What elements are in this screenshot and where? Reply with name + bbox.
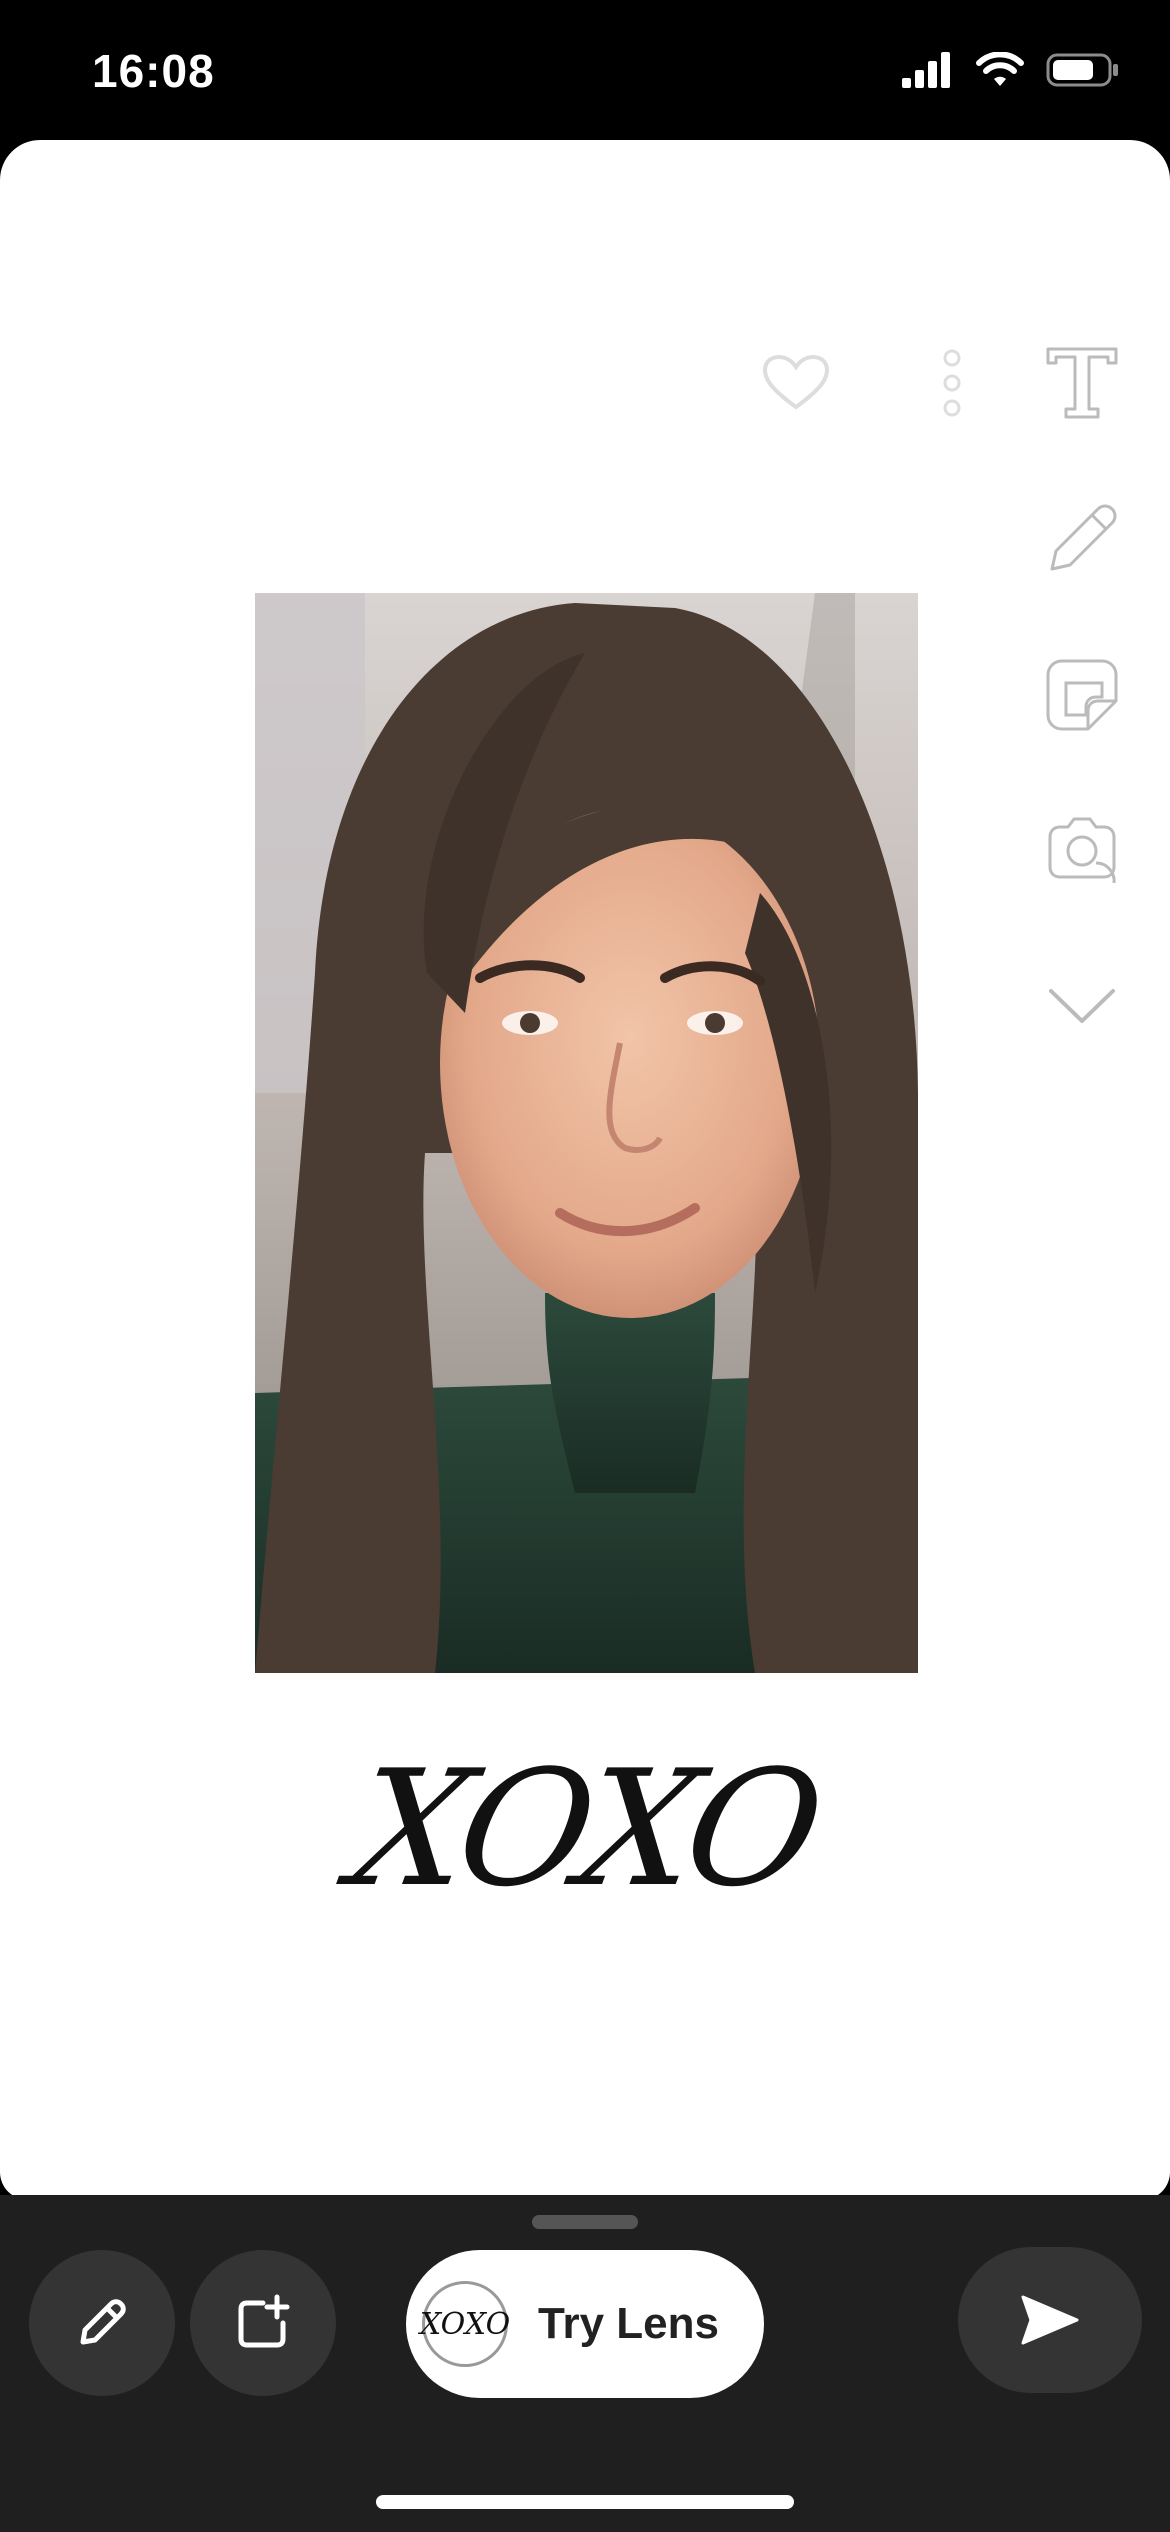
snap-preview-card: XOXO bbox=[0, 140, 1170, 2200]
more-options-button[interactable] bbox=[904, 335, 1000, 431]
battery-icon bbox=[1046, 53, 1118, 87]
camera-lens-icon bbox=[1048, 817, 1116, 884]
more-tools-button[interactable] bbox=[1034, 959, 1130, 1055]
sticker-icon bbox=[1046, 659, 1118, 731]
text-icon bbox=[1046, 347, 1118, 419]
snap-caption: XOXO bbox=[339, 1735, 831, 1922]
top-actions bbox=[748, 335, 1000, 431]
text-tool-button[interactable] bbox=[1034, 335, 1130, 431]
add-story-icon bbox=[238, 2294, 290, 2348]
send-button[interactable] bbox=[958, 2247, 1142, 2393]
side-tools bbox=[1034, 335, 1130, 1055]
status-time: 16:08 bbox=[92, 45, 215, 97]
lens-tool-button[interactable] bbox=[1034, 803, 1130, 899]
signal-icon bbox=[902, 52, 950, 88]
heart-icon bbox=[762, 354, 830, 410]
snap-photo bbox=[255, 593, 918, 1673]
wifi-icon bbox=[976, 52, 1024, 86]
more-dots-icon bbox=[943, 349, 961, 417]
status-bar: 16:08 bbox=[0, 0, 1170, 140]
sheet-grabber[interactable] bbox=[532, 2215, 638, 2229]
chevron-down-icon bbox=[1049, 989, 1115, 1023]
sticker-tool-button[interactable] bbox=[1034, 647, 1130, 743]
home-indicator bbox=[376, 2495, 794, 2509]
lens-thumbnail: XOXO bbox=[420, 2281, 510, 2367]
draw-tool-button[interactable] bbox=[1034, 491, 1130, 587]
favorite-button[interactable] bbox=[748, 335, 844, 431]
bottom-action-bar: XOXO Try Lens bbox=[0, 2195, 1170, 2532]
pencil-icon bbox=[80, 2299, 126, 2345]
try-lens-button[interactable]: XOXO Try Lens bbox=[406, 2250, 764, 2398]
add-to-story-button[interactable] bbox=[190, 2250, 336, 2396]
try-lens-label: Try Lens bbox=[538, 2299, 719, 2348]
status-icons bbox=[902, 52, 1120, 88]
send-arrow-icon bbox=[1021, 2295, 1079, 2345]
edit-button[interactable] bbox=[29, 2250, 175, 2396]
pencil-icon bbox=[1050, 504, 1117, 571]
